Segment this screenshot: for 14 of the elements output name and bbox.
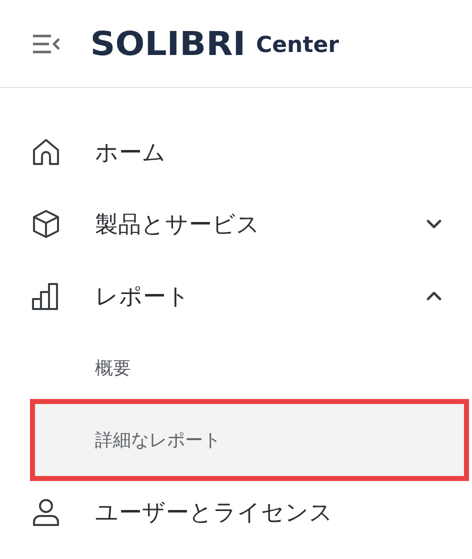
home-icon	[30, 136, 62, 168]
chevron-down-icon[interactable]	[426, 219, 442, 229]
user-icon	[30, 496, 62, 528]
chevron-up-icon[interactable]	[426, 291, 442, 301]
nav-item[interactable]: ユーザーとライセンス	[0, 476, 472, 548]
collapse-menu-icon[interactable]	[32, 34, 60, 54]
product-name: Center	[256, 33, 339, 58]
nav-item[interactable]: ホーム	[0, 116, 472, 188]
logo: SOLIBRI	[90, 24, 246, 63]
sub-nav-item[interactable]: 詳細なレポート	[35, 404, 464, 476]
cube-icon	[30, 208, 62, 240]
sub-nav-item[interactable]: 概要	[35, 332, 464, 404]
nav-item[interactable]: レポート	[0, 260, 472, 332]
nav-item[interactable]: 製品とサービス	[0, 188, 472, 260]
